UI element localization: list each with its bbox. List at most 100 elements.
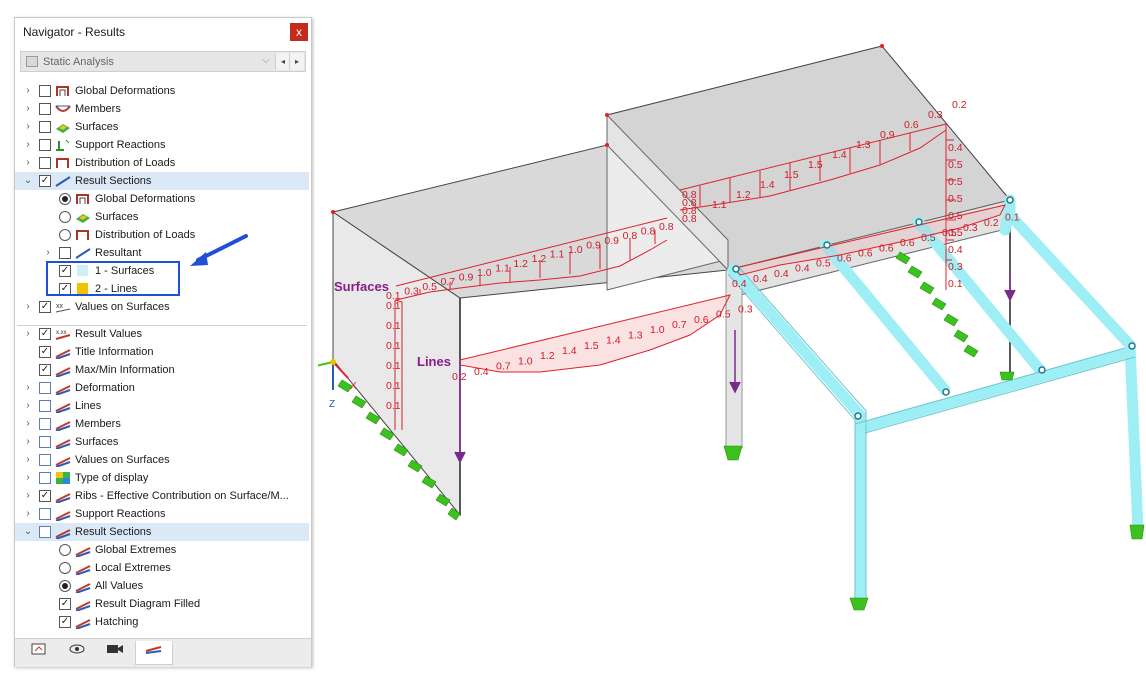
collapse-arrow-icon[interactable]: ⌄ (23, 526, 33, 538)
tree-row[interactable]: Global Extremes (15, 541, 309, 559)
checkbox[interactable]: ✓ (39, 364, 51, 376)
checkbox[interactable]: ✓ (39, 490, 51, 502)
surfaces-label: Surfaces (334, 279, 389, 294)
tree-row[interactable]: ›Lines (15, 397, 309, 415)
analysis-type-value: Static Analysis (43, 56, 114, 68)
tree-row[interactable]: ›Values on Surfaces (15, 451, 309, 469)
checkbox[interactable] (39, 382, 51, 394)
checkbox[interactable] (59, 247, 71, 259)
tree-row[interactable]: ›Members (15, 415, 309, 433)
checkbox[interactable] (39, 418, 51, 430)
tree-row[interactable]: Distribution of Loads (15, 226, 309, 244)
expand-arrow-icon[interactable]: › (23, 301, 33, 313)
tree-row[interactable]: Local Extremes (15, 559, 309, 577)
results-tab[interactable] (135, 641, 173, 665)
checkbox[interactable] (39, 436, 51, 448)
checkbox[interactable]: ✓ (59, 598, 71, 610)
tree-row[interactable]: ›Surfaces (15, 118, 309, 136)
radio-button[interactable] (59, 562, 71, 574)
chevron-down-icon[interactable]: ⌵ (262, 55, 270, 66)
checkbox[interactable] (39, 103, 51, 115)
checkbox[interactable] (39, 454, 51, 466)
tree-row[interactable]: ›Distribution of Loads (15, 154, 309, 172)
checkbox[interactable] (39, 139, 51, 151)
expand-arrow-icon[interactable]: › (43, 247, 53, 259)
tree-row[interactable]: Surfaces (15, 208, 309, 226)
close-button[interactable]: x (290, 23, 308, 41)
radio-button[interactable] (59, 544, 71, 556)
tree-row[interactable]: ›Support Reactions (15, 136, 309, 154)
results-tab-icon (144, 642, 164, 656)
expand-arrow-icon[interactable]: › (23, 454, 33, 466)
tree-row[interactable]: ›Deformation (15, 379, 309, 397)
expand-arrow-icon[interactable]: › (23, 400, 33, 412)
result-value-label: 0.6 (900, 237, 915, 249)
camera-tab[interactable] (97, 641, 133, 664)
checkbox[interactable] (39, 472, 51, 484)
tree-row[interactable]: ✓ Title Information (15, 343, 309, 361)
result-value-label: 0.7 (496, 361, 511, 373)
expand-arrow-icon[interactable]: › (23, 508, 33, 520)
checkbox[interactable]: ✓ (39, 301, 51, 313)
result-value-label: 1.2 (513, 258, 528, 270)
tree-row[interactable]: ›✓x.xxResult Values (15, 325, 309, 343)
checkbox[interactable]: ✓ (59, 616, 71, 628)
tree-row[interactable]: Global Deformations (15, 190, 309, 208)
expand-arrow-icon[interactable]: › (23, 121, 33, 133)
tree-row[interactable]: ⌄✓Result Sections (15, 172, 309, 190)
result-values-icon: x.xx (55, 327, 71, 341)
tree-row[interactable]: ›Resultant (15, 244, 309, 262)
tree-row[interactable]: ›Support Reactions (15, 505, 309, 523)
radio-button[interactable] (59, 229, 71, 241)
checkbox[interactable] (39, 85, 51, 97)
tree-row[interactable]: ›✓Ribs - Effective Contribution on Surfa… (15, 487, 309, 505)
expand-arrow-icon[interactable]: › (23, 382, 33, 394)
checkbox[interactable] (39, 121, 51, 133)
views-tab[interactable] (59, 641, 95, 664)
tree-row[interactable]: All Values (15, 577, 309, 595)
expand-arrow-icon[interactable]: › (23, 490, 33, 502)
radio-button[interactable] (59, 211, 71, 223)
tree-item-label: Surfaces (95, 211, 138, 223)
expand-arrow-icon[interactable]: › (23, 139, 33, 151)
collapse-arrow-icon[interactable]: ⌄ (23, 175, 33, 187)
checkbox[interactable] (39, 508, 51, 520)
next-arrow-button[interactable]: ▸ (289, 53, 304, 70)
checkbox[interactable] (39, 157, 51, 169)
data-tab[interactable] (21, 641, 57, 664)
radio-button[interactable] (59, 580, 71, 592)
expand-arrow-icon[interactable]: › (23, 418, 33, 430)
result-value-label: 0.1 (386, 320, 401, 332)
tree-row[interactable]: ›Members (15, 100, 309, 118)
tree-row[interactable]: ›Global Deformations (15, 82, 309, 100)
tree-item-label: Title Information (75, 346, 153, 358)
expand-arrow-icon[interactable]: › (23, 436, 33, 448)
checkbox[interactable]: ✓ (39, 175, 51, 187)
tree-item-label: Type of display (75, 472, 148, 484)
analysis-type-dropdown[interactable]: Static Analysis ⌵ ◂ ▸ (20, 51, 306, 72)
tree-row[interactable]: ›✓xxValues on Surfaces (15, 298, 309, 316)
tree-row[interactable]: ⌄Result Sections (15, 523, 309, 541)
expand-arrow-icon[interactable]: › (23, 472, 33, 484)
checkbox[interactable] (39, 400, 51, 412)
expand-arrow-icon[interactable]: › (23, 85, 33, 97)
result-value-label: 1.3 (856, 139, 871, 151)
expand-arrow-icon[interactable]: › (23, 328, 33, 340)
video-camera-icon (106, 642, 124, 656)
radio-button[interactable] (59, 193, 71, 205)
tree-row[interactable]: ›Surfaces (15, 433, 309, 451)
previous-arrow-button[interactable]: ◂ (275, 53, 290, 70)
checkbox[interactable]: ✓ (39, 346, 51, 358)
expand-arrow-icon[interactable]: › (23, 157, 33, 169)
members-icon (55, 102, 71, 116)
checkbox[interactable]: ✓ (39, 328, 51, 340)
tree-row[interactable]: ✓Hatching (15, 613, 309, 631)
tree-row[interactable]: › Type of display (15, 469, 309, 487)
pointer-arrow-icon (186, 232, 252, 272)
checkbox[interactable] (39, 526, 51, 538)
tree-item-label: Local Extremes (95, 562, 171, 574)
tree-row[interactable]: ✓Max/Min Information (15, 361, 309, 379)
result-value-label: 0.2 (952, 99, 967, 111)
expand-arrow-icon[interactable]: › (23, 103, 33, 115)
tree-row[interactable]: ✓Result Diagram Filled (15, 595, 309, 613)
